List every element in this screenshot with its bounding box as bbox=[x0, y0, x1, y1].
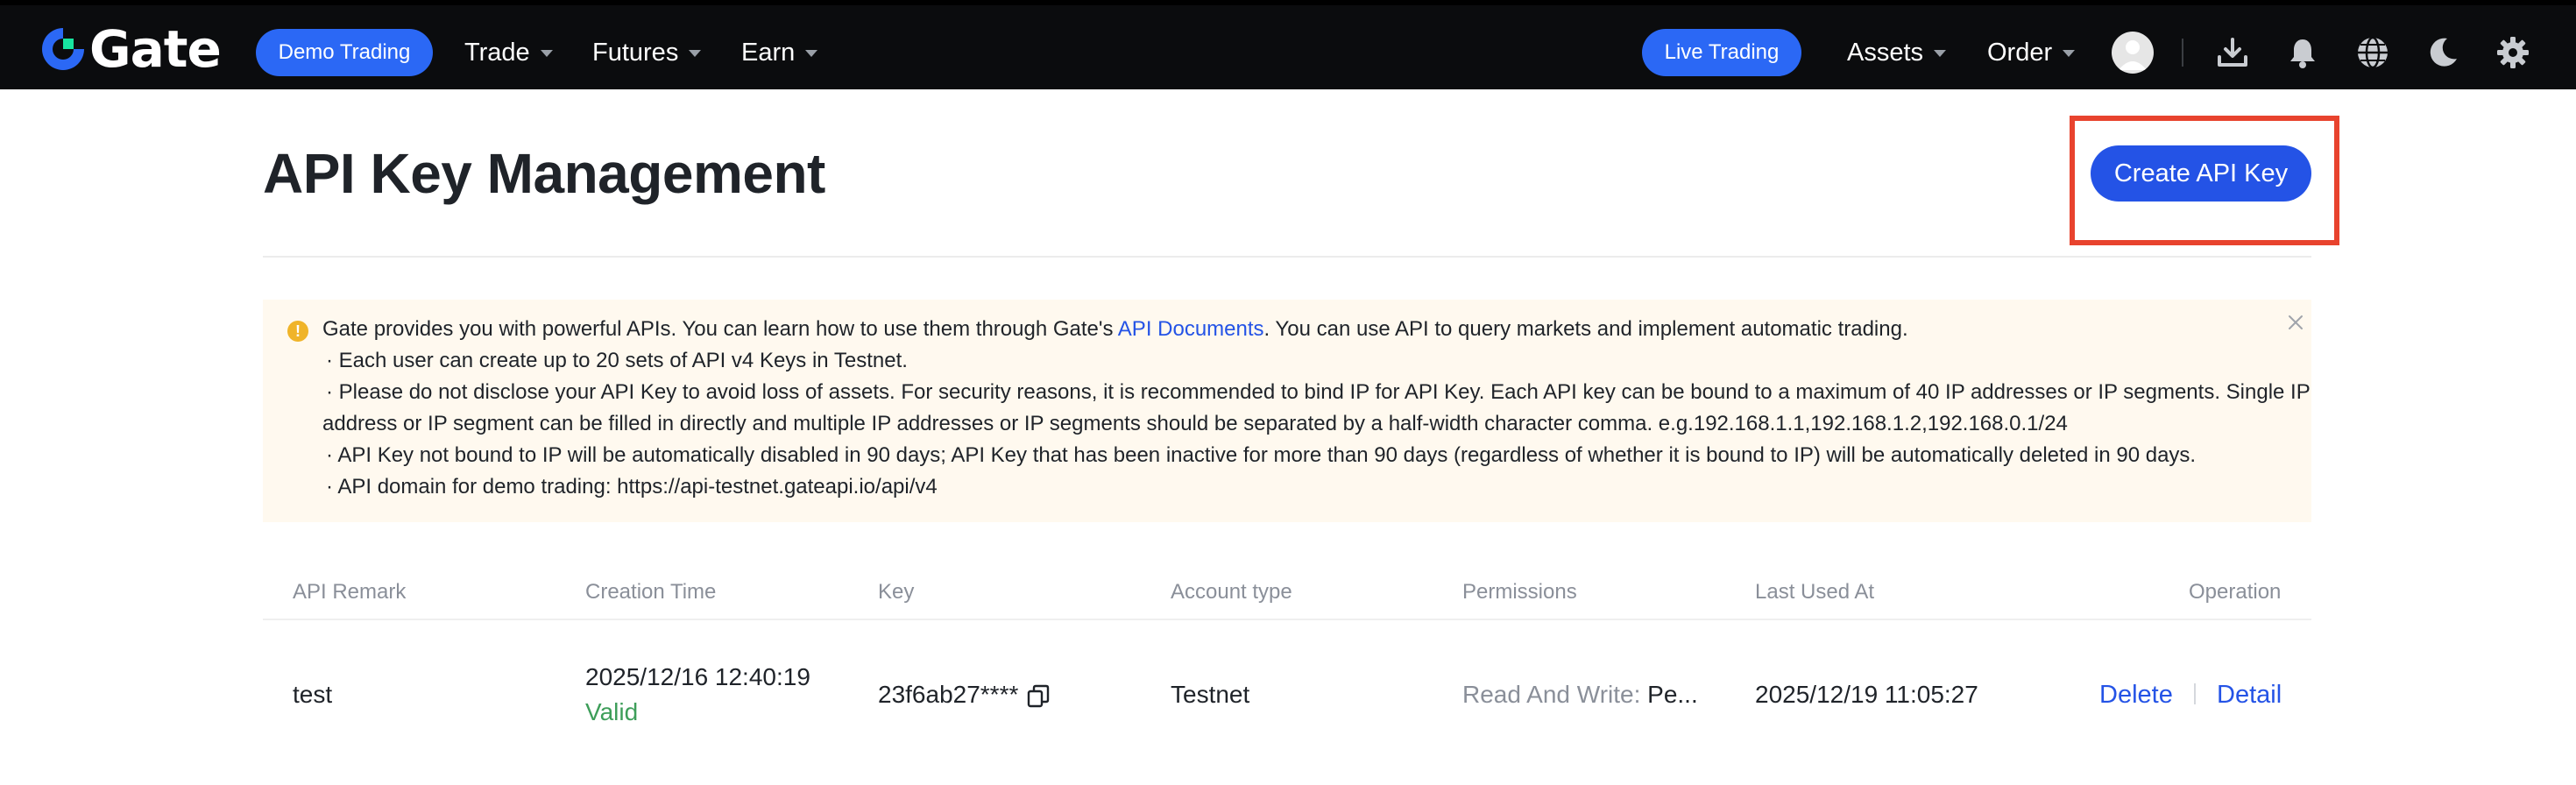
info-icon: ! bbox=[287, 321, 308, 342]
row-key: 23f6ab27**** bbox=[878, 680, 1051, 710]
notice-bullet: · Please do not disclose your API Key to… bbox=[326, 380, 2311, 404]
api-documents-link[interactable]: API Documents bbox=[1118, 317, 1264, 341]
top-navbar: Gate Demo Trading Trade Futures Earn Liv… bbox=[0, 5, 2576, 89]
row-permissions-label: Read And Write: bbox=[1462, 681, 1641, 708]
bell-icon bbox=[2290, 39, 2315, 68]
column-header-key: Key bbox=[878, 580, 915, 604]
nav-order-label: Order bbox=[1987, 38, 2053, 67]
notice-bullet: · Each user can create up to 20 sets of … bbox=[326, 349, 908, 372]
row-last-used: 2025/12/19 11:05:27 bbox=[1755, 681, 1978, 708]
notice-bullet-continued: address or IP segment can be filled in d… bbox=[322, 412, 2068, 435]
row-creation-time: 2025/12/16 12:40:19 bbox=[585, 663, 810, 690]
column-header-permissions: Permissions bbox=[1462, 580, 1577, 604]
nav-futures[interactable]: Futures bbox=[592, 32, 702, 74]
nav-trade[interactable]: Trade bbox=[464, 32, 553, 74]
nav-earn[interactable]: Earn bbox=[741, 32, 818, 74]
operation-divider bbox=[2194, 683, 2196, 704]
avatar-icon bbox=[2119, 40, 2147, 70]
table-header-divider bbox=[263, 619, 2311, 620]
download-icon bbox=[2218, 38, 2247, 67]
page-title: API Key Management bbox=[263, 142, 825, 205]
notice-bullet: · API Key not bound to IP will be automa… bbox=[326, 443, 2197, 467]
moon-icon bbox=[2430, 38, 2457, 67]
close-icon bbox=[2289, 315, 2303, 329]
notice-bullet: · API domain for demo trading: https://a… bbox=[326, 475, 938, 499]
column-header-operation: Operation bbox=[2189, 580, 2282, 604]
brand-name: Gate bbox=[89, 19, 222, 79]
row-key-value: 23f6ab27**** bbox=[878, 681, 1019, 708]
nav-trade-label: Trade bbox=[464, 38, 530, 67]
nav-assets-label: Assets bbox=[1847, 38, 1924, 67]
row-status-badge: Valid bbox=[585, 698, 639, 725]
chevron-down-icon bbox=[805, 50, 818, 57]
chevron-down-icon bbox=[540, 50, 553, 57]
column-header-last-used: Last Used At bbox=[1755, 580, 1875, 604]
create-api-key-button[interactable]: Create API Key bbox=[2091, 145, 2311, 202]
detail-link[interactable]: Detail bbox=[2217, 680, 2282, 710]
column-header-created: Creation Time bbox=[585, 580, 717, 604]
nav-earn-label: Earn bbox=[741, 38, 796, 67]
close-notice-button[interactable] bbox=[2283, 310, 2308, 335]
chevron-down-icon bbox=[1934, 50, 1947, 57]
info-notice: ! Gate provides you with powerful APIs. … bbox=[263, 300, 2311, 522]
settings-button[interactable] bbox=[2494, 33, 2532, 72]
live-trading-button[interactable]: Live Trading bbox=[1642, 29, 1801, 76]
row-permissions-value: Pe... bbox=[1640, 681, 1698, 708]
gate-logo-icon bbox=[42, 28, 84, 70]
column-header-account: Account type bbox=[1171, 580, 1292, 604]
theme-toggle-button[interactable] bbox=[2424, 33, 2462, 72]
notice-text: Gate provides you with powerful APIs. Yo… bbox=[322, 314, 2311, 503]
row-remark: test bbox=[293, 681, 333, 708]
globe-icon bbox=[2358, 36, 2388, 69]
notice-intro: Gate provides you with powerful APIs. Yo… bbox=[322, 314, 2276, 345]
download-button[interactable] bbox=[2213, 33, 2252, 72]
nav-order[interactable]: Order bbox=[1987, 32, 2076, 74]
avatar[interactable] bbox=[2112, 32, 2154, 74]
nav-divider bbox=[2182, 39, 2183, 67]
delete-link[interactable]: Delete bbox=[2099, 680, 2173, 710]
row-account-type: Testnet bbox=[1171, 681, 1250, 708]
demo-trading-button[interactable]: Demo Trading bbox=[256, 29, 433, 76]
copy-icon[interactable] bbox=[1025, 683, 1051, 710]
language-button[interactable] bbox=[2353, 33, 2392, 72]
notice-intro-after: . You can use API to query markets and i… bbox=[1263, 317, 1908, 341]
column-header-remark: API Remark bbox=[293, 580, 407, 604]
nav-assets[interactable]: Assets bbox=[1847, 32, 1947, 74]
header-divider bbox=[263, 256, 2311, 258]
nav-futures-label: Futures bbox=[592, 38, 679, 67]
chevron-down-icon bbox=[2063, 50, 2076, 57]
chevron-down-icon bbox=[689, 50, 702, 57]
notifications-button[interactable] bbox=[2283, 33, 2322, 72]
gate-logo[interactable]: Gate bbox=[39, 19, 222, 79]
gear-icon bbox=[2497, 37, 2529, 68]
notice-intro-before: Gate provides you with powerful APIs. Yo… bbox=[322, 317, 1118, 341]
row-permissions: Read And Write: Pe... bbox=[1462, 680, 1698, 710]
